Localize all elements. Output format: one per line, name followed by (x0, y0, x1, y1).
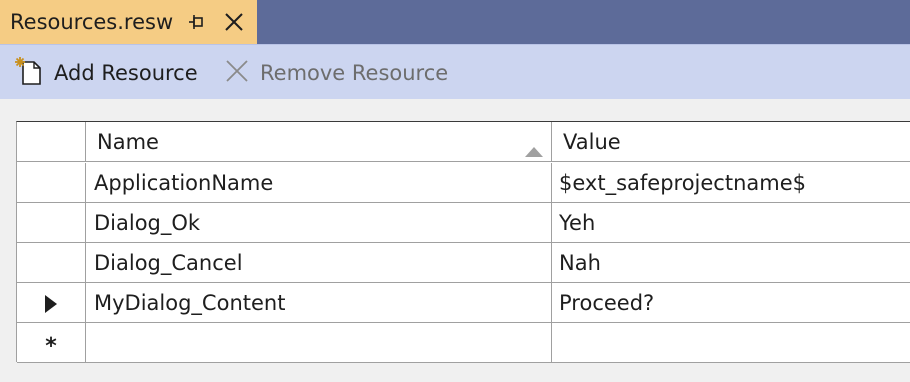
column-header-value-label: Value (563, 130, 621, 154)
resource-grid: Name Value ApplicationName $ext_safeproj… (16, 121, 910, 363)
row-selector[interactable] (17, 283, 86, 323)
row-selector[interactable] (17, 243, 86, 283)
grid-header-row: Name Value (17, 122, 910, 162)
add-resource-label: Add Resource (54, 60, 198, 85)
column-header-value[interactable]: Value (552, 122, 910, 162)
new-row-marker: * (45, 333, 57, 359)
remove-resource-button[interactable]: Remove Resource (224, 45, 448, 100)
sort-ascending-icon (525, 138, 543, 157)
add-resource-icon (14, 56, 44, 90)
tab-title: Resources.resw (10, 10, 174, 34)
table-row[interactable]: Dialog_Ok Yeh (17, 203, 910, 243)
row-selector[interactable] (17, 163, 86, 203)
table-row[interactable]: ApplicationName $ext_safeprojectname$ (17, 163, 910, 203)
row-selector[interactable] (17, 203, 86, 243)
remove-icon (224, 58, 250, 88)
value-cell[interactable]: Proceed? (552, 283, 910, 323)
row-selector[interactable]: * (17, 323, 86, 363)
row-header-corner[interactable] (17, 122, 86, 162)
table-row[interactable]: Dialog_Cancel Nah (17, 243, 910, 283)
new-row[interactable]: * (17, 323, 910, 363)
name-cell[interactable] (86, 323, 552, 363)
name-cell[interactable]: MyDialog_Content (86, 283, 552, 323)
name-cell[interactable]: Dialog_Ok (86, 203, 552, 243)
value-cell[interactable] (552, 323, 910, 363)
value-cell[interactable]: Yeh (552, 203, 910, 243)
column-header-name-label: Name (97, 130, 159, 154)
pin-icon[interactable] (188, 13, 206, 31)
add-resource-button[interactable]: Add Resource (14, 45, 198, 100)
resource-toolbar: Add Resource Remove Resource (0, 44, 910, 99)
document-tab-strip: Resources.resw (0, 0, 910, 44)
close-icon[interactable] (224, 12, 244, 32)
name-cell[interactable]: Dialog_Cancel (86, 243, 552, 283)
tab-resources-resw[interactable]: Resources.resw (0, 0, 257, 44)
remove-resource-label: Remove Resource (260, 60, 449, 85)
value-cell[interactable]: Nah (552, 243, 910, 283)
column-header-name[interactable]: Name (86, 122, 552, 162)
value-cell[interactable]: $ext_safeprojectname$ (552, 163, 910, 203)
table-row[interactable]: MyDialog_Content Proceed? (17, 283, 910, 323)
current-row-arrow-icon (45, 294, 57, 313)
name-cell[interactable]: ApplicationName (86, 163, 552, 203)
